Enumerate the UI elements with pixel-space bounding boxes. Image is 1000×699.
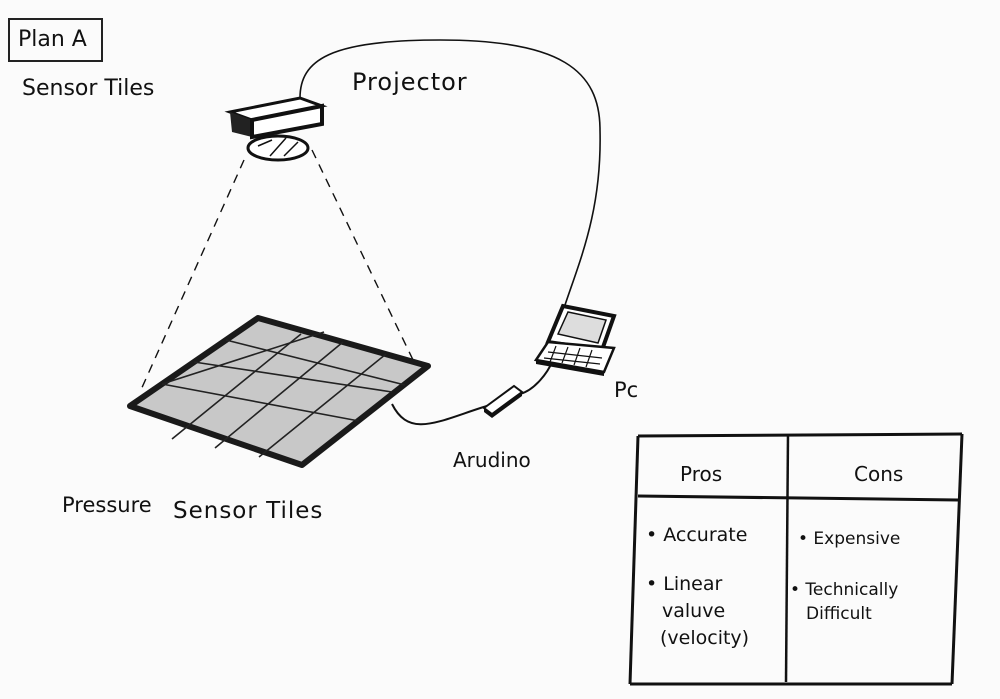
projector-icon <box>224 96 328 162</box>
arduino-to-pc-cable <box>519 361 553 395</box>
cons-item-technically: • Technically <box>790 580 899 600</box>
laptop-icon <box>533 303 617 376</box>
pressure-label: Pressure <box>62 493 152 517</box>
pc-label: Pc <box>614 378 639 402</box>
cons-item-difficult: Difficult <box>806 604 872 624</box>
projector-label: Projector <box>352 68 468 96</box>
plan-label: Plan A <box>8 18 103 62</box>
pros-header: Pros <box>680 462 723 486</box>
sensor-tiles-label: Sensor Tiles <box>173 498 324 524</box>
pros-item-accurate: • Accurate <box>646 524 748 546</box>
projection-line-right <box>311 149 415 363</box>
pros-item-valuve: valuve <box>662 600 726 622</box>
sensor-tiles-grid <box>127 315 431 468</box>
arduino-icon <box>482 384 524 418</box>
pros-item-velocity: (velocity) <box>660 627 750 649</box>
pros-item-linear: • Linear <box>646 573 723 595</box>
sensor-tiles-title: Sensor Tiles <box>22 76 155 101</box>
cons-header: Cons <box>854 462 904 486</box>
tiles-to-arduino-cable <box>391 403 491 426</box>
cons-item-expensive: • Expensive <box>798 529 901 549</box>
arduino-label: Arudino <box>453 448 531 472</box>
